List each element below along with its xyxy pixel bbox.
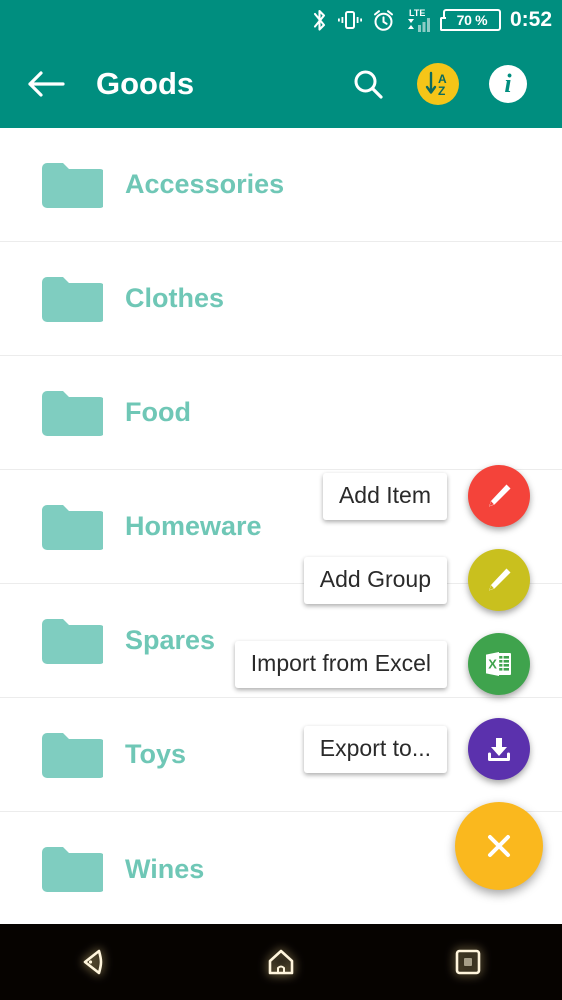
fab-action-import-from-excel: Import from Excel X: [234, 633, 530, 695]
page-title: Goods: [96, 66, 195, 101]
pencil-icon[interactable]: [468, 549, 530, 611]
fab-main-entry: [455, 802, 543, 890]
folder-icon: [39, 502, 103, 552]
list-item[interactable]: Accessories: [0, 128, 562, 242]
excel-icon[interactable]: X: [468, 633, 530, 695]
folder-icon: [39, 844, 103, 894]
list-item-label: Accessories: [125, 169, 285, 199]
nav-home-icon[interactable]: [236, 927, 326, 997]
toolbar-actions: A Z i: [340, 56, 562, 112]
pencil-icon[interactable]: [468, 465, 530, 527]
list-item[interactable]: Food: [0, 356, 562, 470]
list-item-label: Clothes: [125, 283, 225, 313]
list-item-label: Food: [125, 397, 191, 427]
folder-icon: [39, 730, 103, 780]
bluetooth-icon: [311, 7, 328, 33]
battery-level: 70 %: [456, 12, 488, 28]
fab-label-add-group[interactable]: Add Group: [303, 556, 447, 604]
list-item-label: Wines: [125, 853, 205, 884]
nav-recents-icon[interactable]: [423, 927, 513, 997]
android-nav-bar: [0, 924, 562, 1000]
fab-label-export-to[interactable]: Export to...: [303, 725, 447, 773]
vibrate-icon: [337, 7, 363, 33]
svg-text:LTE: LTE: [409, 8, 425, 18]
svg-text:Z: Z: [438, 84, 445, 98]
sort-az-icon[interactable]: A Z: [410, 56, 466, 112]
close-icon[interactable]: [455, 802, 543, 890]
download-icon[interactable]: [468, 718, 530, 780]
nav-back-icon[interactable]: [49, 927, 139, 997]
svg-text:X: X: [488, 657, 497, 672]
toolbar: Goods A Z i: [0, 40, 562, 128]
list-item-label: Toys: [125, 739, 187, 769]
battery-icon: 70 %: [439, 9, 501, 31]
fab-label-add-item[interactable]: Add Item: [322, 472, 447, 520]
alarm-icon: [372, 7, 395, 33]
info-icon[interactable]: i: [480, 56, 536, 112]
fab-action-export-to: Export to...: [303, 718, 530, 780]
folder-icon: [39, 274, 103, 324]
fab-label-import-from-excel[interactable]: Import from Excel: [234, 640, 447, 688]
fab-action-add-group: Add Group: [303, 549, 530, 611]
folder-icon: [39, 160, 103, 210]
info-glyph: i: [489, 65, 527, 103]
fab-action-add-item: Add Item: [322, 465, 530, 527]
lte-signal-icon: LTE: [404, 7, 434, 33]
status-bar: LTE 70 % 0:52: [0, 0, 562, 40]
list-item-label: Homeware: [125, 511, 262, 541]
list-item-label: Spares: [125, 625, 216, 655]
app-screen: LTE 70 % 0:52 Goods A Z i Accessories Cl…: [0, 0, 562, 1000]
folder-icon: [39, 388, 103, 438]
back-arrow-icon[interactable]: [14, 52, 78, 116]
search-icon[interactable]: [340, 56, 396, 112]
status-time: 0:52: [509, 8, 552, 31]
list-item[interactable]: Clothes: [0, 242, 562, 356]
folder-icon: [39, 616, 103, 666]
